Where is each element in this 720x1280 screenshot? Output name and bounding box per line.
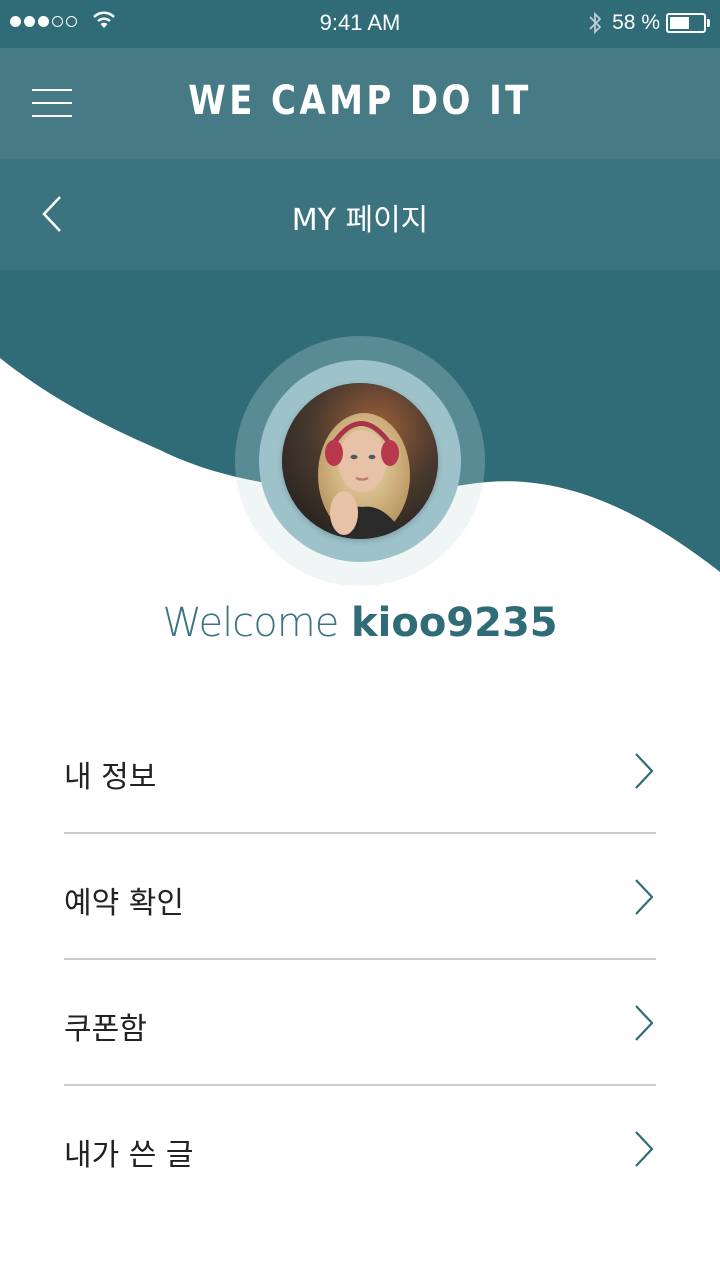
chevron-right-icon [635,1005,654,1041]
chevron-right-icon [635,1131,654,1167]
avatar[interactable] [282,383,438,539]
menu-item-my-posts[interactable]: 내가 쓴 글 [64,1086,656,1210]
battery-fill [670,17,689,29]
menu-item-label: 쿠폰함 [64,1012,147,1047]
menu-item-coupons[interactable]: 쿠폰함 [64,960,656,1086]
avatar-image [282,383,438,539]
chevron-right-icon [635,879,654,915]
page-title: MY 페이지 [291,203,429,238]
status-right: 58 % [588,11,710,35]
battery-icon [666,13,706,33]
app-header: WE CAMP DO IT [0,48,720,159]
menu-item-label: 예약 확인 [64,886,184,921]
chevron-right-icon [635,753,654,789]
welcome-label: Welcome [162,600,339,646]
battery-percent: 58 % [612,11,660,34]
status-bar: 9:41 AM 58 % [0,0,720,48]
avatar-container [235,336,485,586]
menu-item-reservation[interactable]: 예약 확인 [64,834,656,960]
menu-item-label: 내가 쓴 글 [64,1138,194,1173]
menu-item-my-info[interactable]: 내 정보 [64,708,656,834]
app-title: WE CAMP DO IT [188,78,532,124]
menu-list: 내 정보 예약 확인 쿠폰함 내가 쓴 글 [64,708,656,1210]
battery-tip [707,19,710,27]
sub-header: MY 페이지 [0,159,720,270]
welcome-message: Welcome kioo9235 [0,600,720,646]
bluetooth-icon [589,11,602,35]
menu-item-label: 내 정보 [64,760,157,795]
username: kioo9235 [351,600,558,646]
